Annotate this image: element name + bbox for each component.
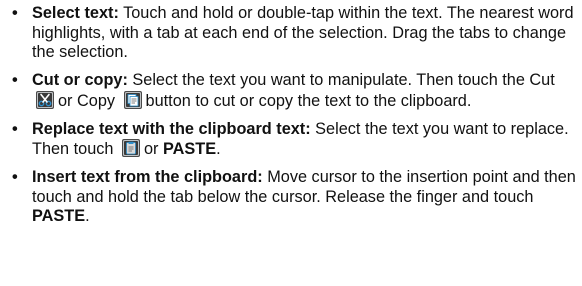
bullet: •: [12, 168, 18, 186]
list-item-select-text: • Select text: Touch and hold or double-…: [0, 4, 582, 63]
copy-icon: [123, 90, 142, 109]
description-replace-or: or: [144, 140, 159, 158]
description-replace-end: .: [216, 140, 221, 158]
term-cut-or-copy: Cut or copy:: [32, 71, 128, 89]
paste-label: PASTE: [163, 140, 217, 158]
description-cut-intro: Select the text you want to manipulate. …: [127, 71, 555, 89]
paste-icon: [122, 139, 140, 157]
term-select-text: Select text:: [32, 4, 119, 22]
bullet: •: [12, 119, 18, 138]
term-insert-text: Insert text from the clipboard:: [32, 168, 263, 186]
list-item-insert-text: • Insert text from the clipboard: Move c…: [0, 168, 582, 227]
description-cut-copy-end: button to cut or copy the text to the cl…: [145, 91, 472, 110]
instruction-list: • Select text: Touch and hold or double-…: [0, 4, 582, 235]
term-replace-text: Replace text with the clipboard text:: [32, 119, 311, 138]
list-item-cut-or-copy: • Cut or copy: Select the text you want …: [0, 71, 582, 111]
cut-icon: [36, 90, 54, 109]
paste-label: PASTE: [32, 207, 86, 225]
list-item-replace-text: • Replace text with the clipboard text: …: [0, 120, 582, 160]
description-insert-end: .: [85, 207, 90, 225]
description-between-icons: or Copy: [58, 91, 116, 110]
bullet: •: [12, 71, 18, 89]
bullet: •: [12, 4, 18, 22]
